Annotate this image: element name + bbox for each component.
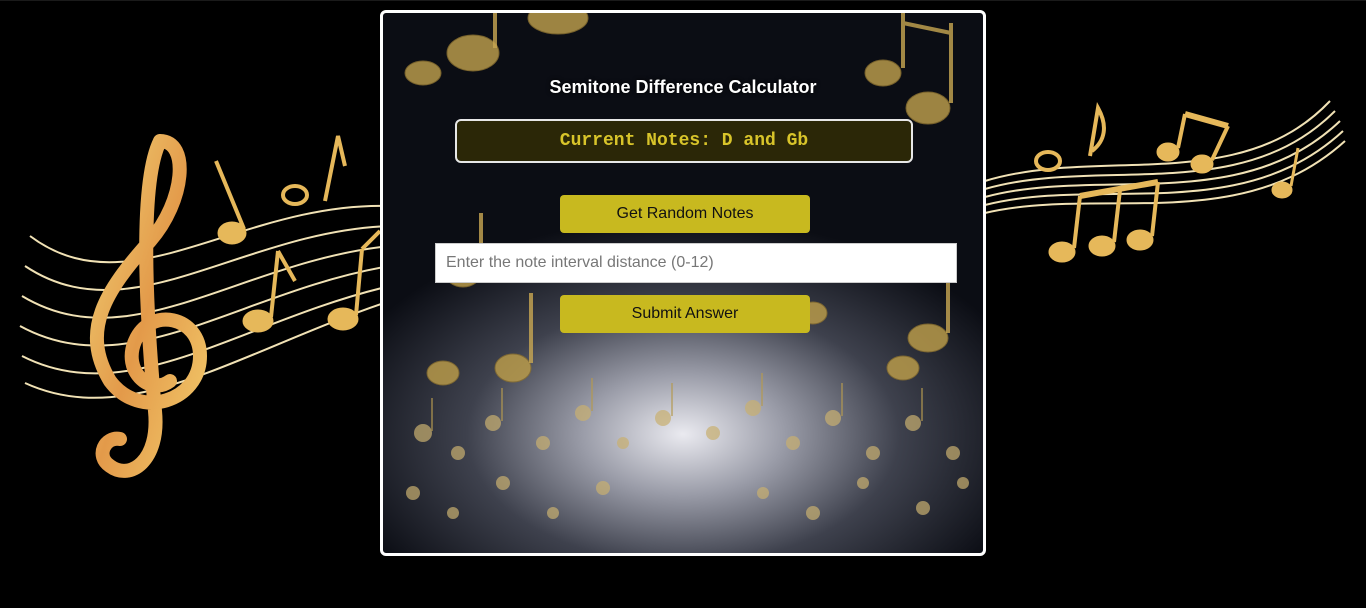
interval-distance-input[interactable] — [435, 243, 957, 283]
treble-clef-staff-illustration — [19, 134, 390, 478]
calculator-card: Semitone Difference Calculator Current N… — [380, 10, 986, 556]
current-notes-display: Current Notes: D and Gb — [455, 119, 913, 163]
submit-answer-button[interactable]: Submit Answer — [560, 295, 810, 333]
music-staff-notes-illustration — [984, 100, 1346, 263]
get-random-notes-button[interactable]: Get Random Notes — [560, 195, 810, 233]
page: Semitone Difference Calculator Current N… — [0, 0, 1366, 608]
page-title: Semitone Difference Calculator — [549, 77, 817, 97]
